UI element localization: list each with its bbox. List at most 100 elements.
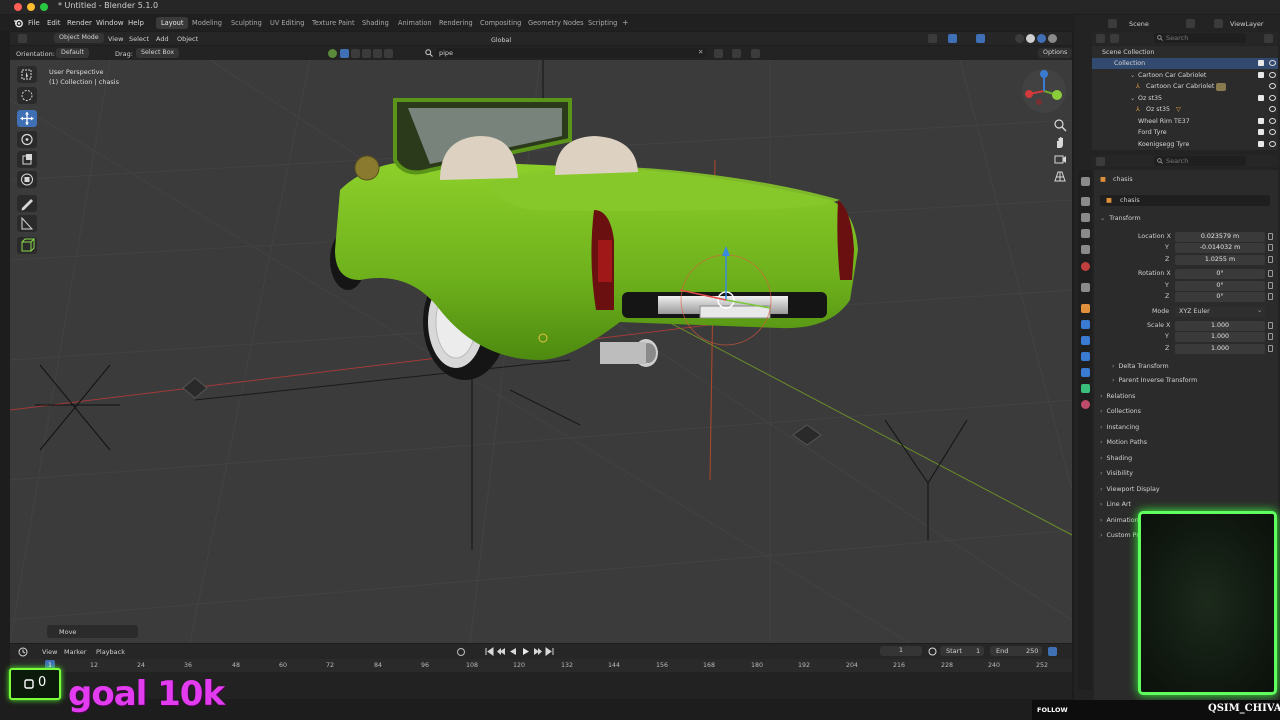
tab-rendering[interactable]: Rendering bbox=[434, 17, 478, 29]
object-tab-icon[interactable] bbox=[1081, 304, 1090, 313]
menu-help[interactable]: Help bbox=[128, 19, 144, 27]
checkbox-icon[interactable] bbox=[1258, 95, 1264, 101]
eye-icon[interactable] bbox=[1269, 129, 1276, 135]
menu-window[interactable]: Window bbox=[96, 19, 124, 27]
sort-icon[interactable] bbox=[732, 49, 741, 58]
relations-section[interactable]: › Relations bbox=[1100, 393, 1135, 400]
list-item[interactable]: Koenigsegg Tyre bbox=[1092, 139, 1278, 150]
menu-select[interactable]: Select bbox=[129, 35, 149, 43]
delta-transform-section[interactable]: › Delta Transform bbox=[1112, 363, 1169, 370]
tool-transform[interactable] bbox=[17, 171, 37, 188]
physics-tab-icon[interactable] bbox=[1081, 352, 1090, 361]
transform-orientation-dropdown[interactable]: Global bbox=[486, 36, 516, 46]
properties-editor-icon[interactable] bbox=[1096, 157, 1105, 166]
search-input[interactable]: pipe ✕ bbox=[436, 48, 706, 58]
motion-paths-section[interactable]: › Motion Paths bbox=[1100, 439, 1147, 446]
list-item[interactable]: ⅄ Cartoon Car Cabriolet bbox=[1092, 81, 1278, 92]
select-invert-icon[interactable] bbox=[373, 49, 382, 58]
render-tab-icon[interactable] bbox=[1081, 197, 1090, 206]
perspective-grid-icon[interactable] bbox=[1053, 169, 1067, 183]
timeline-menu-marker[interactable]: Marker bbox=[64, 648, 86, 656]
eye-icon[interactable] bbox=[1269, 60, 1276, 66]
checkbox-icon[interactable] bbox=[1258, 141, 1264, 147]
menu-edit[interactable]: Edit bbox=[47, 19, 61, 27]
record-icon[interactable] bbox=[456, 647, 466, 657]
display-mode-icon[interactable] bbox=[1110, 34, 1119, 43]
list-item[interactable]: ⅄ Oz st35 ▽ bbox=[1092, 104, 1278, 115]
outliner-search-input[interactable]: Search bbox=[1154, 33, 1246, 43]
add-workspace-button[interactable]: + bbox=[617, 16, 634, 28]
timeline-menu-view[interactable]: View bbox=[42, 648, 57, 656]
scale-z-field[interactable]: 1.000 bbox=[1175, 344, 1265, 354]
tab-sculpting[interactable]: Sculpting bbox=[226, 17, 267, 29]
current-frame-field[interactable]: 1 bbox=[880, 646, 922, 656]
lock-icon[interactable] bbox=[1268, 244, 1273, 251]
object-name-field[interactable]: ■ chasis bbox=[1100, 195, 1270, 206]
instancing-section[interactable]: › Instancing bbox=[1100, 424, 1139, 431]
tool-move[interactable] bbox=[17, 110, 37, 127]
rotation-mode-dropdown[interactable]: XYZ Euler ⌄ bbox=[1175, 307, 1265, 317]
output-tab-icon[interactable] bbox=[1081, 213, 1090, 222]
checkbox-icon[interactable] bbox=[1258, 118, 1264, 124]
clock-icon[interactable] bbox=[18, 647, 28, 657]
eye-icon[interactable] bbox=[1269, 83, 1276, 89]
location-x-field[interactable]: 0.023579 m bbox=[1175, 232, 1265, 242]
menu-add[interactable]: Add bbox=[156, 35, 169, 43]
maximize-window-button[interactable] bbox=[40, 3, 48, 11]
tool-add-cube[interactable] bbox=[17, 237, 37, 254]
lock-icon[interactable] bbox=[1268, 333, 1273, 340]
zoom-icon[interactable] bbox=[1053, 118, 1067, 132]
select-subtract-icon[interactable] bbox=[362, 49, 371, 58]
timeline-menu-playback[interactable]: Playback bbox=[96, 648, 125, 656]
rotation-z-field[interactable]: 0° bbox=[1175, 292, 1265, 302]
data-tab-icon[interactable] bbox=[1081, 384, 1090, 393]
solid-shading-icon[interactable] bbox=[1026, 34, 1035, 43]
view-layer-tab-icon[interactable] bbox=[1081, 229, 1090, 238]
material-shading-icon[interactable] bbox=[1037, 34, 1046, 43]
checkbox-icon[interactable] bbox=[1258, 60, 1264, 66]
world-tab-icon[interactable] bbox=[1081, 262, 1090, 271]
clear-search-icon[interactable]: ✕ bbox=[698, 48, 703, 56]
tool-annotate[interactable] bbox=[17, 195, 37, 212]
menu-object[interactable]: Object bbox=[177, 35, 198, 43]
collapse-arrow-icon[interactable]: ⌄ bbox=[1130, 72, 1135, 79]
lock-icon[interactable] bbox=[1268, 282, 1273, 289]
navigation-gizmo[interactable] bbox=[1021, 68, 1067, 114]
list-item[interactable]: Ford Tyre bbox=[1092, 127, 1278, 138]
gizmo-toggle-icon[interactable] bbox=[948, 34, 957, 43]
minimize-window-button[interactable] bbox=[27, 3, 35, 11]
list-item[interactable]: ⌄ Oz st35 bbox=[1092, 93, 1278, 104]
prev-keyframe-icon[interactable] bbox=[497, 647, 506, 656]
menu-view[interactable]: View bbox=[108, 35, 123, 43]
eye-icon[interactable] bbox=[1269, 118, 1276, 124]
scale-x-field[interactable]: 1.000 bbox=[1175, 321, 1265, 331]
close-window-button[interactable] bbox=[14, 3, 22, 11]
tool-tab-icon[interactable] bbox=[1081, 177, 1090, 186]
checkbox-icon[interactable] bbox=[1258, 72, 1264, 78]
eye-icon[interactable] bbox=[1269, 95, 1276, 101]
play-icon[interactable] bbox=[521, 647, 530, 656]
scene-icon[interactable] bbox=[1108, 19, 1117, 28]
pan-hand-icon[interactable] bbox=[1053, 135, 1067, 149]
start-frame-field[interactable]: Start 1 bbox=[940, 646, 984, 656]
collections-section[interactable]: › Collections bbox=[1100, 408, 1141, 415]
collection-tab-icon[interactable] bbox=[1081, 283, 1090, 292]
animation-section[interactable]: › Animation bbox=[1100, 517, 1139, 524]
3d-viewport[interactable] bbox=[10, 60, 1072, 643]
sync-mode-icon[interactable] bbox=[1048, 647, 1057, 656]
outliner-editor-icon[interactable] bbox=[1096, 34, 1105, 43]
camera-view-icon[interactable] bbox=[1053, 152, 1067, 166]
menu-render[interactable]: Render bbox=[67, 19, 92, 27]
location-z-field[interactable]: 1.0255 m bbox=[1175, 255, 1265, 265]
tool-rotate[interactable] bbox=[17, 131, 37, 148]
filter-icon[interactable] bbox=[714, 49, 723, 58]
tool-measure[interactable] bbox=[17, 215, 37, 232]
tool-select-box[interactable] bbox=[17, 66, 37, 83]
object-mode-dropdown[interactable]: Object Mode bbox=[54, 33, 104, 43]
scene-name[interactable]: Scene bbox=[1129, 20, 1149, 28]
tab-geometry-nodes[interactable]: Geometry Nodes bbox=[523, 17, 589, 29]
location-y-field[interactable]: -0.014032 m bbox=[1175, 243, 1265, 253]
wireframe-shading-icon[interactable] bbox=[1015, 34, 1024, 43]
lock-icon[interactable] bbox=[1268, 345, 1273, 352]
material-tab-icon[interactable] bbox=[1081, 400, 1090, 409]
